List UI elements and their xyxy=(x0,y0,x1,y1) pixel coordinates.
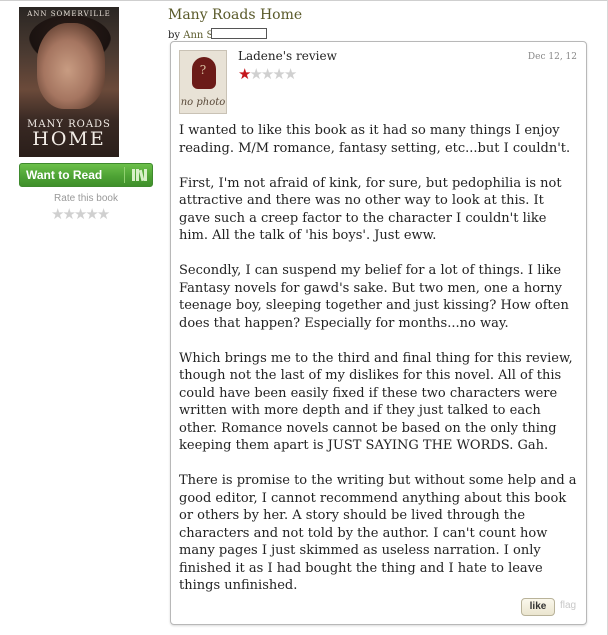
author-link[interactable]: Ann S xyxy=(183,30,213,41)
shelf-icon[interactable] xyxy=(131,168,149,182)
review-paragraph: I wanted to like this book as it had so … xyxy=(179,123,571,156)
book-title[interactable]: Many Roads Home xyxy=(168,7,302,23)
by-prefix: by xyxy=(168,30,181,41)
top-divider xyxy=(0,0,608,1)
want-to-read-button[interactable]: Want to Read xyxy=(19,163,153,187)
rate-star-icon[interactable]: ★ xyxy=(97,205,111,223)
rating-star-icon: ★ xyxy=(260,65,275,83)
rate-star-icon[interactable]: ★ xyxy=(74,205,88,223)
reviewer-title[interactable]: Ladene's review xyxy=(238,49,337,63)
rating-star-icon: ★ xyxy=(272,65,286,83)
cover-title-line2: HOME xyxy=(32,128,106,150)
avatar[interactable]: ? no photo xyxy=(179,50,227,114)
review-paragraph: There is promise to the writing but with… xyxy=(179,473,577,593)
avatar-no-photo-text: no photo xyxy=(180,97,226,108)
rate-this-book-label: Rate this book xyxy=(54,193,118,204)
rating-star-icon: ★ xyxy=(238,65,252,83)
rating-star-icon: ★ xyxy=(249,65,263,83)
rate-star-icon[interactable]: ★ xyxy=(51,205,65,223)
like-button[interactable]: like xyxy=(521,598,555,616)
want-to-read-label: Want to Read xyxy=(26,168,103,182)
review-paragraph: Secondly, I can suspend my belief for a … xyxy=(179,263,569,331)
review-card: ? no photo Ladene's review Dec 12, 12 ★★… xyxy=(170,41,587,625)
byline: by Ann S xyxy=(168,28,268,41)
flag-link[interactable]: flag xyxy=(560,600,576,611)
review-body: I wanted to like this book as it had so … xyxy=(179,122,579,612)
book-cover[interactable]: ANN SOMERVILLE MANY ROADS HOME xyxy=(19,7,119,157)
rate-star-icon[interactable]: ★ xyxy=(85,205,99,223)
review-date[interactable]: Dec 12, 12 xyxy=(528,52,577,62)
author-name-redaction xyxy=(211,28,268,39)
review-rating-stars: ★★★★★ xyxy=(238,65,298,83)
rate-star-icon[interactable]: ★ xyxy=(62,205,76,223)
cover-author-text: ANN SOMERVILLE xyxy=(27,10,111,18)
rate-stars: ★★★★★ xyxy=(51,205,111,223)
review-paragraph: First, I'm not afraid of kink, for sure,… xyxy=(179,175,562,244)
review-paragraph: Which brings me to the third and final t… xyxy=(179,350,573,454)
rating-star-icon: ★ xyxy=(283,65,298,83)
